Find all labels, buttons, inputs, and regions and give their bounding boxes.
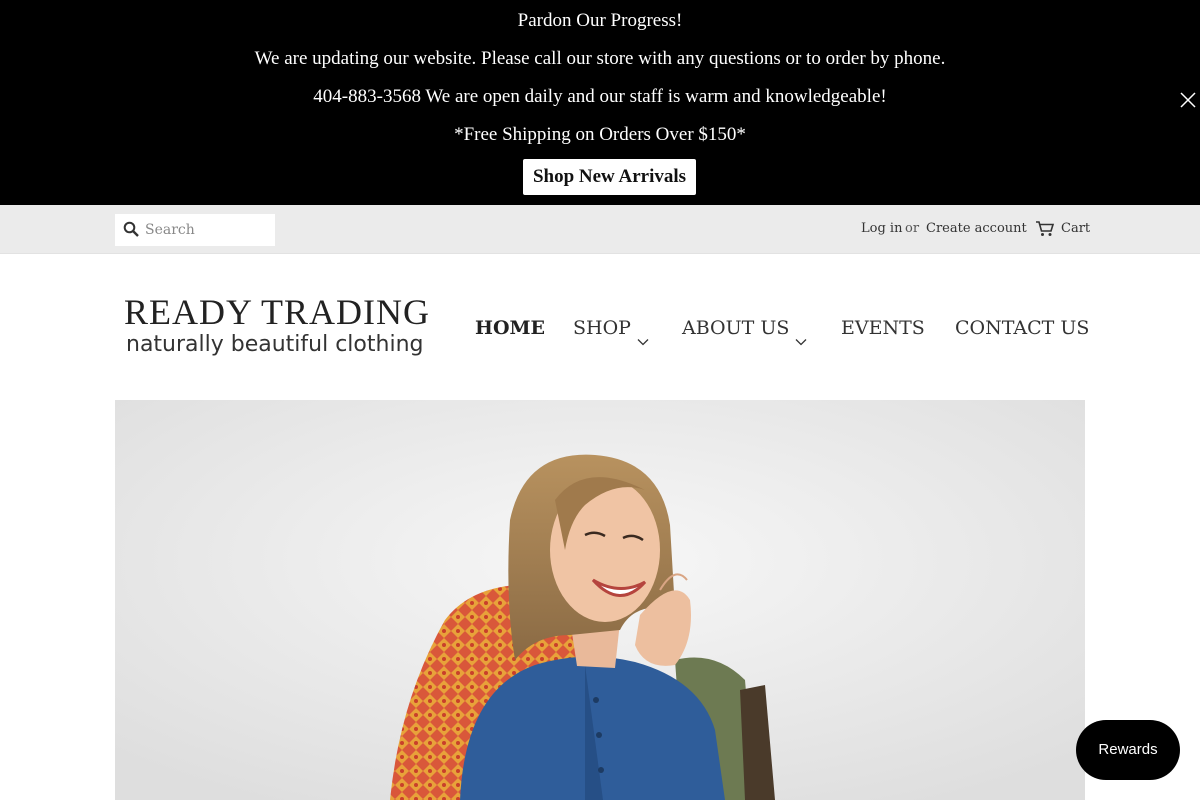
announcement-shipping: *Free Shipping on Orders Over $150*: [454, 124, 746, 145]
nav-shop-label: SHOP: [573, 317, 631, 339]
search-form: [115, 214, 275, 246]
hero-photo: [115, 400, 1085, 800]
shop-new-arrivals-button[interactable]: Shop New Arrivals: [523, 159, 696, 195]
logo-tagline: naturally beautiful clothing: [126, 332, 424, 357]
cart-link[interactable]: Cart: [1061, 205, 1090, 254]
chevron-down-icon: [795, 325, 807, 346]
nav-contact-us-label: CONTACT US: [955, 317, 1090, 339]
nav-about-us[interactable]: ABOUT US: [682, 313, 807, 346]
hero-image: [115, 400, 1085, 800]
search-icon[interactable]: [123, 221, 139, 237]
nav-events[interactable]: EVENTS: [841, 313, 925, 343]
nav-shop[interactable]: SHOP: [573, 313, 649, 346]
close-icon[interactable]: [1178, 90, 1198, 110]
utility-bar: Log in or Create account Cart: [0, 205, 1200, 254]
or-text: or: [905, 221, 920, 236]
logo-brand: READY TRADING: [124, 292, 430, 332]
nav-home[interactable]: HOME: [475, 313, 545, 343]
create-account-link[interactable]: Create account: [926, 205, 1027, 254]
login-link[interactable]: Log in: [861, 205, 902, 254]
chevron-down-icon: [637, 325, 649, 346]
announcement-title: Pardon Our Progress!: [517, 10, 683, 31]
nav-home-label: HOME: [475, 317, 546, 339]
cart-icon[interactable]: [1035, 220, 1055, 238]
site-logo[interactable]: READY TRADING naturally beautiful clothi…: [124, 292, 434, 362]
nav-contact-us[interactable]: CONTACT US: [955, 313, 1089, 343]
announcement-phone: 404-883-3568 We are open daily and our s…: [313, 86, 887, 107]
search-input[interactable]: [145, 214, 271, 246]
announcement-bar: Pardon Our Progress! We are updating our…: [0, 0, 1200, 205]
nav-events-label: EVENTS: [841, 317, 925, 339]
announcement-message: We are updating our website. Please call…: [254, 48, 946, 69]
rewards-button[interactable]: Rewards: [1076, 720, 1180, 780]
nav-about-us-label: ABOUT US: [682, 317, 790, 339]
